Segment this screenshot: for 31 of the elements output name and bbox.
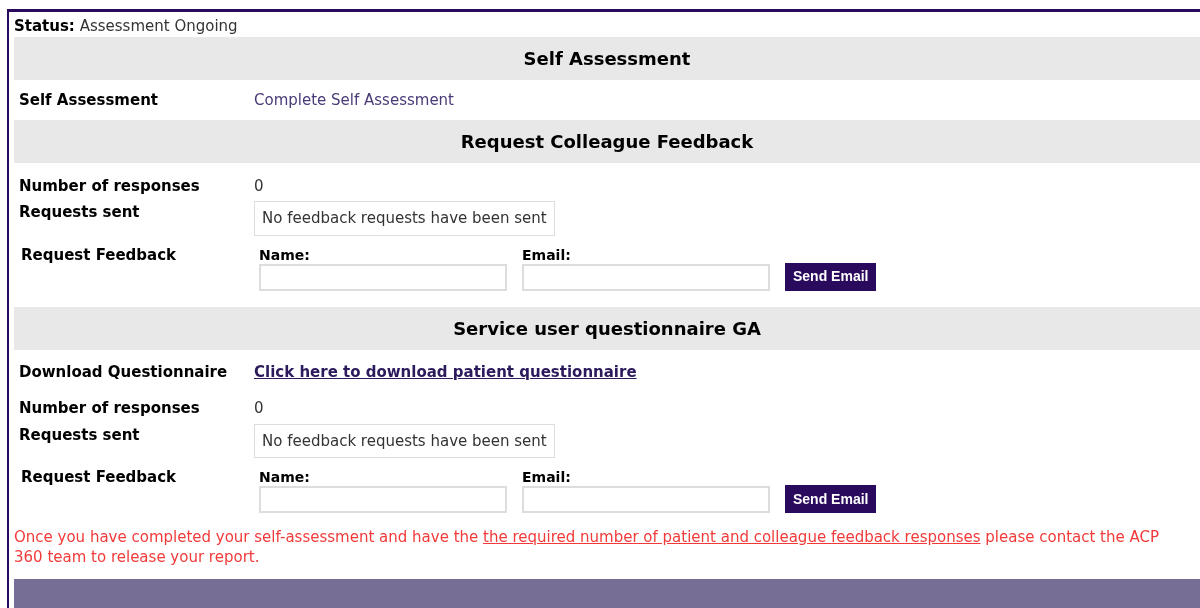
response-count: 0 bbox=[254, 398, 264, 420]
name-input[interactable] bbox=[259, 486, 507, 513]
section-header: Self Assessment bbox=[14, 37, 1200, 80]
email-input[interactable] bbox=[522, 263, 770, 291]
email-input[interactable] bbox=[522, 486, 770, 513]
email-label: Email: bbox=[522, 468, 572, 486]
name-label: Name: bbox=[259, 245, 311, 264]
requests-sent-box: No feedback requests have been sent bbox=[254, 201, 555, 236]
required-responses-link[interactable]: the required number of patient and colleague feedback responses bbox=[483, 528, 981, 546]
row-label: Request Feedback bbox=[20, 244, 178, 266]
status-value: Assessment Ongoing bbox=[79, 17, 238, 35]
response-count: 0 bbox=[254, 175, 264, 197]
name-label: Name: bbox=[259, 468, 311, 486]
email-label: Email: bbox=[522, 245, 572, 264]
row-label: Self Assessment bbox=[18, 89, 159, 111]
download-link[interactable]: Click here to download patient questionnaire bbox=[254, 361, 637, 384]
row-label: Number of responses bbox=[18, 398, 201, 420]
release-report-note: Once you have completed your self-assessment and have the the required number of patient and colleague feedback responses please contact the ACP 360 team to release your report. bbox=[14, 527, 1160, 567]
status-label: Status: bbox=[14, 17, 75, 35]
row-label: Number of responses bbox=[18, 175, 201, 197]
send-email-button[interactable]: Send Email bbox=[785, 485, 877, 513]
section-header: Service user questionnaire GA bbox=[14, 306, 1200, 350]
complete-self-assessment-link[interactable]: Complete Self Assessment bbox=[254, 88, 454, 112]
row-label: Download Questionnaire bbox=[18, 362, 229, 384]
name-input[interactable] bbox=[259, 263, 507, 291]
row-label: Request Feedback bbox=[20, 467, 178, 488]
section-header: Request Colleague Feedback bbox=[14, 120, 1200, 163]
requests-sent-box: No feedback requests have been sent bbox=[254, 423, 555, 458]
row-label: Requests sent bbox=[18, 424, 141, 446]
send-email-button[interactable]: Send Email bbox=[785, 262, 877, 291]
row-label: Requests sent bbox=[18, 202, 141, 223]
